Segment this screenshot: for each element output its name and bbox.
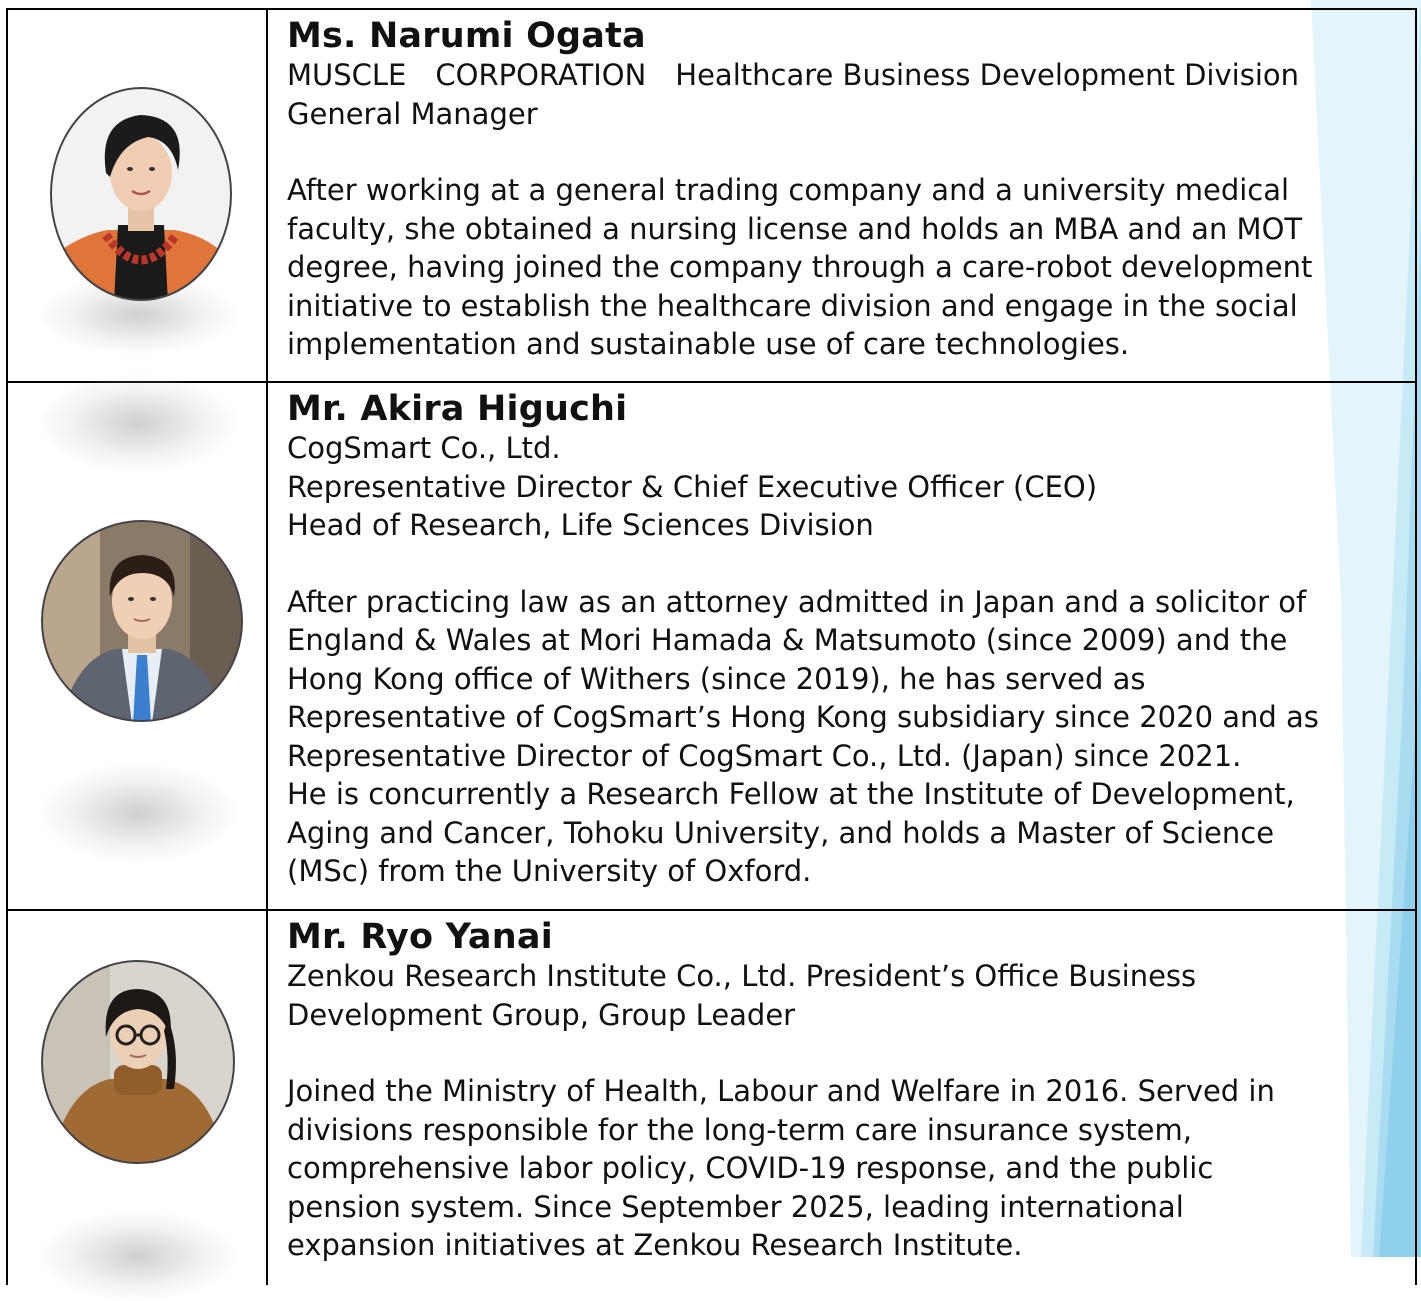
bio-line: He is concurrently a Research Fellow at … bbox=[287, 777, 1295, 811]
affiliation-line: CogSmart Co., Ltd. bbox=[287, 431, 561, 465]
speaker-name: Ms. Narumi Ogata bbox=[287, 16, 646, 56]
affiliation-line: MUSCLE CORPORATION Healthcare Business D… bbox=[287, 58, 1299, 92]
bio-line: England & Wales at Mori Hamada & Matsumo… bbox=[287, 623, 1288, 657]
photo-shadow bbox=[38, 1211, 238, 1301]
bio-line: comprehensive labor policy, COVID-19 res… bbox=[287, 1151, 1214, 1185]
affiliation-line: Zenkou Research Institute Co., Ltd. Pres… bbox=[287, 959, 1197, 993]
bio-line: Representative of CogSmart’s Hong Kong s… bbox=[287, 700, 1319, 734]
photo-cell bbox=[6, 909, 268, 1301]
speaker-text-cell: Mr. Akira Higuchi CogSmart Co., Ltd. Rep… bbox=[266, 381, 1417, 911]
man-in-suit-portrait-icon bbox=[41, 520, 243, 722]
bio-line: Aging and Cancer, Tohoku University, and… bbox=[287, 815, 1275, 850]
speaker-text-cell: Mr. Ryo Yanai Zenkou Research Institute … bbox=[266, 909, 1417, 1285]
bio-line: After practicing law as an attorney admi… bbox=[287, 584, 1307, 619]
photo-cell bbox=[6, 8, 268, 383]
speaker-name: Mr. Akira Higuchi bbox=[287, 389, 628, 429]
speaker-table: Ms. Narumi Ogata MUSCLE CORPORATION Heal… bbox=[6, 8, 1417, 1301]
photo-shadow bbox=[38, 763, 238, 863]
photo-shadow bbox=[38, 373, 238, 473]
bio-line: implementation and sustainable use of ca… bbox=[287, 327, 1130, 361]
speaker-row: Mr. Akira Higuchi CogSmart Co., Ltd. Rep… bbox=[6, 373, 1417, 911]
bio-line: degree, having joined the company throug… bbox=[287, 250, 1313, 284]
bio-line: pension system. Since September 2025, le… bbox=[287, 1189, 1184, 1224]
affiliation-line: Development Group, Group Leader bbox=[287, 997, 796, 1032]
bio-line: initiative to establish the healthcare d… bbox=[287, 288, 1298, 323]
affiliation-line: Representative Director & Chief Executiv… bbox=[287, 469, 1098, 504]
speaker-row: Ms. Narumi Ogata MUSCLE CORPORATION Heal… bbox=[6, 8, 1417, 383]
bio-line: faculty, she obtained a nursing license … bbox=[287, 211, 1303, 246]
speaker-text-cell: Ms. Narumi Ogata MUSCLE CORPORATION Heal… bbox=[266, 8, 1417, 383]
bio-line: expansion initiatives at Zenkou Research… bbox=[287, 1228, 1023, 1262]
woman-portrait-icon bbox=[50, 87, 232, 301]
bio-line: After working at a general trading compa… bbox=[287, 173, 1290, 207]
bio-line: Representative Director of CogSmart Co.,… bbox=[287, 738, 1242, 773]
affiliation-line: Head of Research, Life Sciences Division bbox=[287, 508, 874, 542]
photo-cell bbox=[6, 373, 268, 911]
bio-line: divisions responsible for the long-term … bbox=[287, 1112, 1192, 1147]
bio-line: (MSc) from the University of Oxford. bbox=[287, 854, 812, 888]
speaker-row: Mr. Ryo Yanai Zenkou Research Institute … bbox=[6, 909, 1417, 1301]
bio-line: Joined the Ministry of Health, Labour an… bbox=[287, 1074, 1275, 1108]
man-with-glasses-portrait-icon bbox=[41, 960, 235, 1164]
speaker-name: Mr. Ryo Yanai bbox=[287, 917, 553, 957]
affiliation-line: General Manager bbox=[287, 96, 538, 131]
bio-line: Hong Kong office of Withers (since 2019)… bbox=[287, 661, 1146, 696]
